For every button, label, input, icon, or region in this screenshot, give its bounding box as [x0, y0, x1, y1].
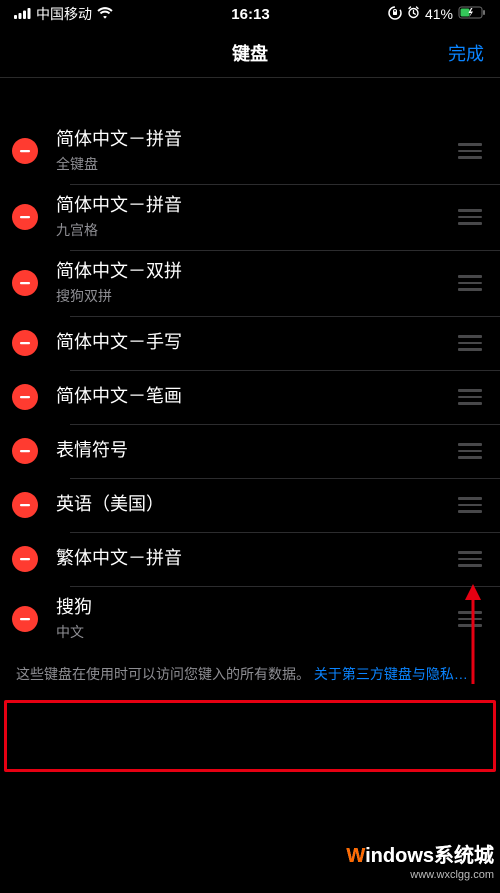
row-title: 简体中文－手写 — [56, 331, 456, 354]
footer-text: 这些键盘在使用时可以访问您键入的所有数据。 — [16, 666, 310, 682]
row-title: 搜狗 — [56, 596, 456, 619]
keyboard-row[interactable]: 搜狗中文 — [0, 586, 500, 652]
delete-button[interactable] — [12, 384, 38, 410]
drag-handle-icon[interactable] — [456, 389, 484, 405]
keyboard-row[interactable]: 表情符号 — [0, 424, 500, 478]
row-title: 简体中文－拼音 — [56, 194, 456, 217]
row-title: 简体中文－双拼 — [56, 260, 456, 283]
battery-icon — [458, 6, 486, 22]
keyboard-row[interactable]: 简体中文－拼音九宫格 — [0, 184, 500, 250]
keyboard-row[interactable]: 英语（美国） — [0, 478, 500, 532]
privacy-link[interactable]: 关于第三方键盘与隐私… — [314, 666, 468, 682]
drag-handle-icon[interactable] — [456, 209, 484, 225]
annotation-highlight — [4, 700, 496, 772]
signal-icon — [14, 6, 31, 22]
status-left: 中国移动 — [14, 4, 113, 24]
delete-button[interactable] — [12, 330, 38, 356]
watermark: Windows系统城 www.wxclgg.com — [346, 844, 494, 883]
delete-button[interactable] — [12, 546, 38, 572]
drag-handle-icon[interactable] — [456, 497, 484, 513]
delete-button[interactable] — [12, 204, 38, 230]
delete-button[interactable] — [12, 492, 38, 518]
drag-handle-icon[interactable] — [456, 275, 484, 291]
delete-button[interactable] — [12, 270, 38, 296]
row-title: 简体中文－笔画 — [56, 385, 456, 408]
keyboard-list: 简体中文－拼音全键盘简体中文－拼音九宫格简体中文－双拼搜狗双拼简体中文－手写简体… — [0, 118, 500, 652]
wifi-icon — [97, 6, 113, 22]
drag-handle-icon[interactable] — [456, 551, 484, 567]
keyboard-row[interactable]: 简体中文－笔画 — [0, 370, 500, 424]
row-subtitle: 九宫格 — [56, 220, 456, 240]
carrier-text: 中国移动 — [36, 4, 92, 24]
row-text: 简体中文－笔画 — [56, 385, 456, 408]
nav-bar: 键盘 完成 — [0, 28, 500, 78]
delete-button[interactable] — [12, 138, 38, 164]
row-subtitle: 全键盘 — [56, 154, 456, 174]
keyboard-row[interactable]: 简体中文－拼音全键盘 — [0, 118, 500, 184]
drag-handle-icon[interactable] — [456, 143, 484, 159]
drag-handle-icon[interactable] — [456, 611, 484, 627]
row-text: 表情符号 — [56, 439, 456, 462]
row-title: 英语（美国） — [56, 493, 456, 516]
delete-button[interactable] — [12, 606, 38, 632]
row-text: 繁体中文－拼音 — [56, 547, 456, 570]
footer-note: 这些键盘在使用时可以访问您键入的所有数据。 关于第三方键盘与隐私… — [0, 652, 500, 684]
page-title: 键盘 — [232, 40, 268, 66]
status-bar: 中国移动 16:13 41% — [0, 0, 500, 28]
alarm-icon — [407, 6, 420, 22]
row-title: 表情符号 — [56, 439, 456, 462]
drag-handle-icon[interactable] — [456, 335, 484, 351]
keyboard-row[interactable]: 简体中文－双拼搜狗双拼 — [0, 250, 500, 316]
row-text: 简体中文－双拼搜狗双拼 — [56, 260, 456, 305]
battery-percent: 41% — [425, 6, 453, 22]
status-right: 41% — [388, 6, 486, 23]
done-button[interactable]: 完成 — [448, 40, 484, 66]
row-title: 繁体中文－拼音 — [56, 547, 456, 570]
row-title: 简体中文－拼音 — [56, 128, 456, 151]
watermark-title: Windows系统城 — [346, 844, 494, 869]
watermark-url: www.wxclgg.com — [346, 869, 494, 883]
orientation-lock-icon — [388, 6, 402, 23]
keyboard-row[interactable]: 简体中文－手写 — [0, 316, 500, 370]
row-subtitle: 中文 — [56, 622, 456, 642]
row-text: 简体中文－手写 — [56, 331, 456, 354]
delete-button[interactable] — [12, 438, 38, 464]
row-text: 简体中文－拼音九宫格 — [56, 194, 456, 239]
row-subtitle: 搜狗双拼 — [56, 286, 456, 306]
row-text: 英语（美国） — [56, 493, 456, 516]
keyboard-row[interactable]: 繁体中文－拼音 — [0, 532, 500, 586]
status-time: 16:13 — [231, 6, 269, 23]
drag-handle-icon[interactable] — [456, 443, 484, 459]
row-text: 简体中文－拼音全键盘 — [56, 128, 456, 173]
row-text: 搜狗中文 — [56, 596, 456, 641]
